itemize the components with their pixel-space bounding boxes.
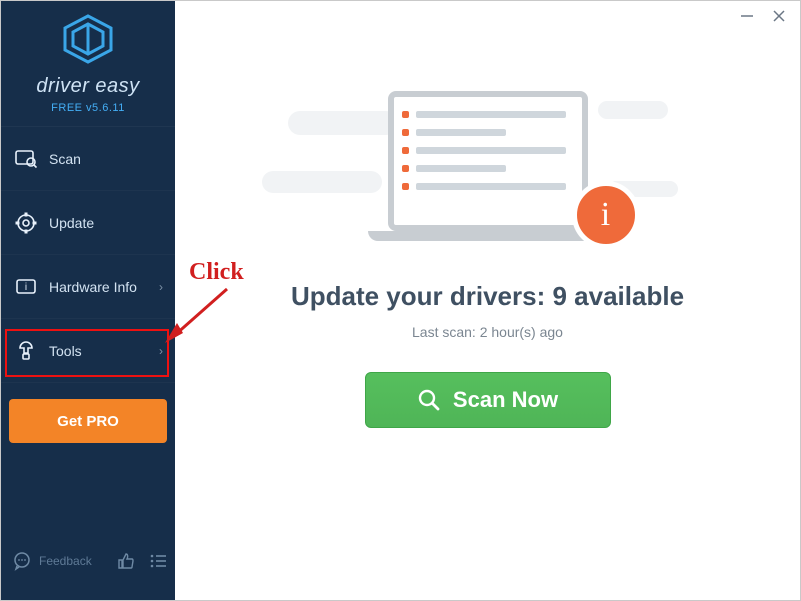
- app-window: driver easy FREE v5.6.11 Scan Update i: [0, 0, 801, 601]
- sidebar-item-label: Tools: [49, 343, 82, 359]
- update-icon: [15, 212, 37, 234]
- scan-icon: [15, 148, 37, 170]
- hero-illustration: i: [358, 71, 618, 241]
- headline: Update your drivers: 9 available: [291, 281, 684, 312]
- sidebar-nav: Scan Update i Hardware Info › Tools: [1, 127, 175, 383]
- thumbs-up-icon[interactable]: [116, 550, 136, 572]
- scan-now-button[interactable]: Scan Now: [365, 372, 611, 428]
- svg-text:i: i: [25, 282, 27, 293]
- sidebar-item-hardware-info[interactable]: i Hardware Info ›: [1, 255, 175, 319]
- feedback-button[interactable]: Feedback: [11, 550, 92, 572]
- available-count: 9: [552, 281, 566, 311]
- sidebar-item-label: Hardware Info: [49, 279, 137, 295]
- last-scan-text: Last scan: 2 hour(s) ago: [412, 324, 563, 340]
- sidebar: driver easy FREE v5.6.11 Scan Update i: [1, 1, 175, 600]
- chevron-right-icon: ›: [159, 344, 163, 358]
- sidebar-item-label: Update: [49, 215, 94, 231]
- tools-icon: [15, 340, 37, 362]
- brand-block: driver easy FREE v5.6.11: [1, 1, 175, 127]
- brand-name: driver easy: [36, 75, 139, 98]
- sidebar-item-scan[interactable]: Scan: [1, 127, 175, 191]
- get-pro-label: Get PRO: [57, 413, 119, 430]
- get-pro-button[interactable]: Get PRO: [9, 399, 167, 443]
- list-icon[interactable]: [148, 550, 168, 572]
- titlebar-controls: [726, 1, 800, 31]
- app-logo-icon: [61, 14, 115, 69]
- chevron-right-icon: ›: [159, 280, 163, 294]
- search-icon: [417, 388, 441, 412]
- main-panel: i Update your drivers: 9 available Last …: [175, 1, 800, 600]
- sidebar-item-update[interactable]: Update: [1, 191, 175, 255]
- info-badge-icon: i: [572, 181, 640, 249]
- feedback-label: Feedback: [39, 554, 92, 568]
- hardware-icon: i: [15, 276, 37, 298]
- scan-now-label: Scan Now: [453, 387, 558, 413]
- sidebar-item-label: Scan: [49, 151, 81, 167]
- sidebar-item-tools[interactable]: Tools ›: [1, 319, 175, 383]
- close-icon[interactable]: [770, 7, 788, 25]
- brand-version: FREE v5.6.11: [51, 102, 125, 114]
- chat-icon: [11, 550, 33, 572]
- sidebar-footer: Feedback: [1, 530, 175, 600]
- minimize-icon[interactable]: [738, 7, 756, 25]
